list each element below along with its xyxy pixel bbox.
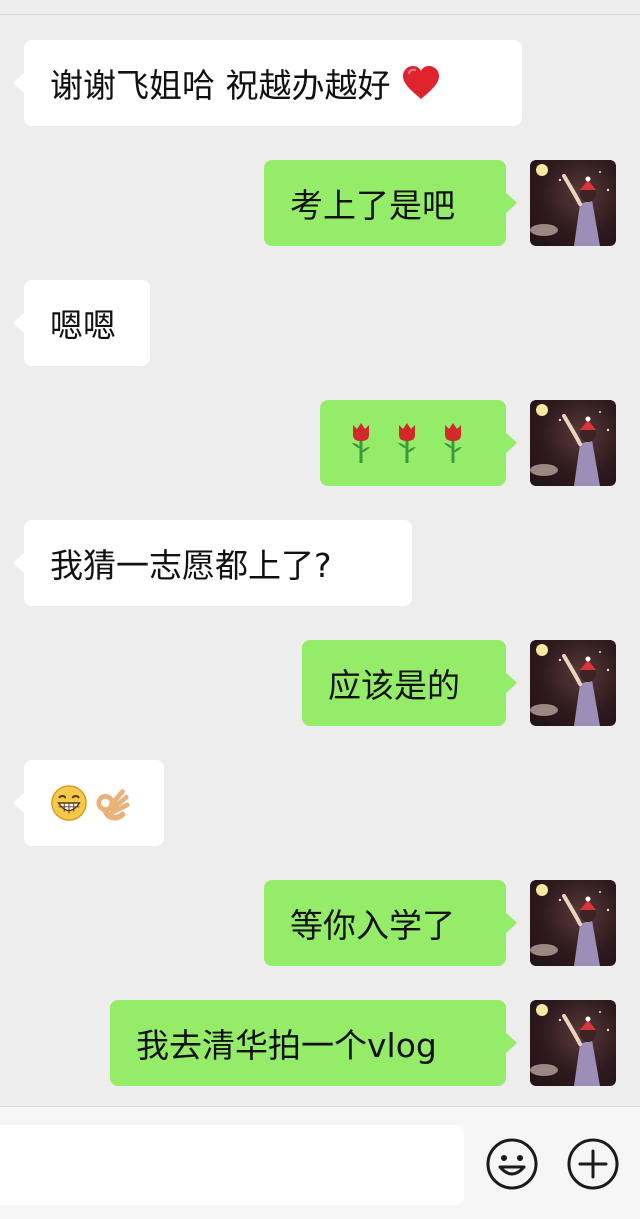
input-bar — [0, 1106, 640, 1219]
outgoing-message-bubble[interactable]: 等你入学了 — [264, 880, 517, 966]
message-list[interactable]: 谢谢飞姐哈 祝越办越好 考上了是吧 嗯嗯 我猜一志愿都上了? 应该是的 等你入学… — [0, 15, 640, 1105]
message-text: 等你入学了 — [290, 906, 455, 945]
ok-hand-icon — [96, 789, 130, 821]
message-input[interactable] — [0, 1125, 464, 1205]
rose-icon — [444, 423, 462, 463]
incoming-message-bubble[interactable]: 谢谢飞姐哈 祝越办越好 — [13, 40, 522, 126]
plus-circle-icon — [567, 1138, 619, 1190]
emoji-button[interactable] — [485, 1137, 539, 1191]
user-avatar[interactable] — [530, 1000, 616, 1086]
incoming-message-bubble[interactable]: 嗯嗯 — [13, 280, 150, 366]
user-avatar[interactable] — [530, 880, 616, 966]
message-text: 我猜一志愿都上了? — [50, 546, 332, 585]
incoming-message-bubble[interactable]: 我猜一志愿都上了? — [13, 520, 412, 606]
red-heart-icon — [402, 66, 439, 99]
message-text: 谢谢飞姐哈 祝越办越好 — [50, 66, 391, 105]
rose-icon — [352, 423, 370, 463]
outgoing-message-bubble[interactable]: 应该是的 — [302, 640, 517, 726]
user-avatar[interactable] — [530, 400, 616, 486]
message-text: 考上了是吧 — [290, 186, 455, 225]
top-edge — [0, 0, 640, 15]
message-text: 应该是的 — [328, 666, 460, 705]
outgoing-message-bubble[interactable]: 我去清华拍一个vlog — [110, 1000, 517, 1086]
grinning-face-icon — [51, 785, 87, 821]
user-avatar[interactable] — [530, 160, 616, 246]
outgoing-message-bubble[interactable]: 考上了是吧 — [264, 160, 517, 246]
user-avatar[interactable] — [530, 640, 616, 726]
message-text: 嗯嗯 — [50, 306, 116, 345]
smiley-icon — [486, 1138, 538, 1190]
more-button[interactable] — [566, 1137, 620, 1191]
outgoing-message-bubble[interactable] — [320, 400, 517, 486]
incoming-message-bubble[interactable] — [13, 760, 164, 846]
message-text: 我去清华拍一个vlog — [136, 1026, 437, 1065]
chat-screen: 谢谢飞姐哈 祝越办越好 考上了是吧 嗯嗯 我猜一志愿都上了? 应该是的 等你入学… — [0, 0, 640, 1219]
rose-icon — [398, 423, 416, 463]
